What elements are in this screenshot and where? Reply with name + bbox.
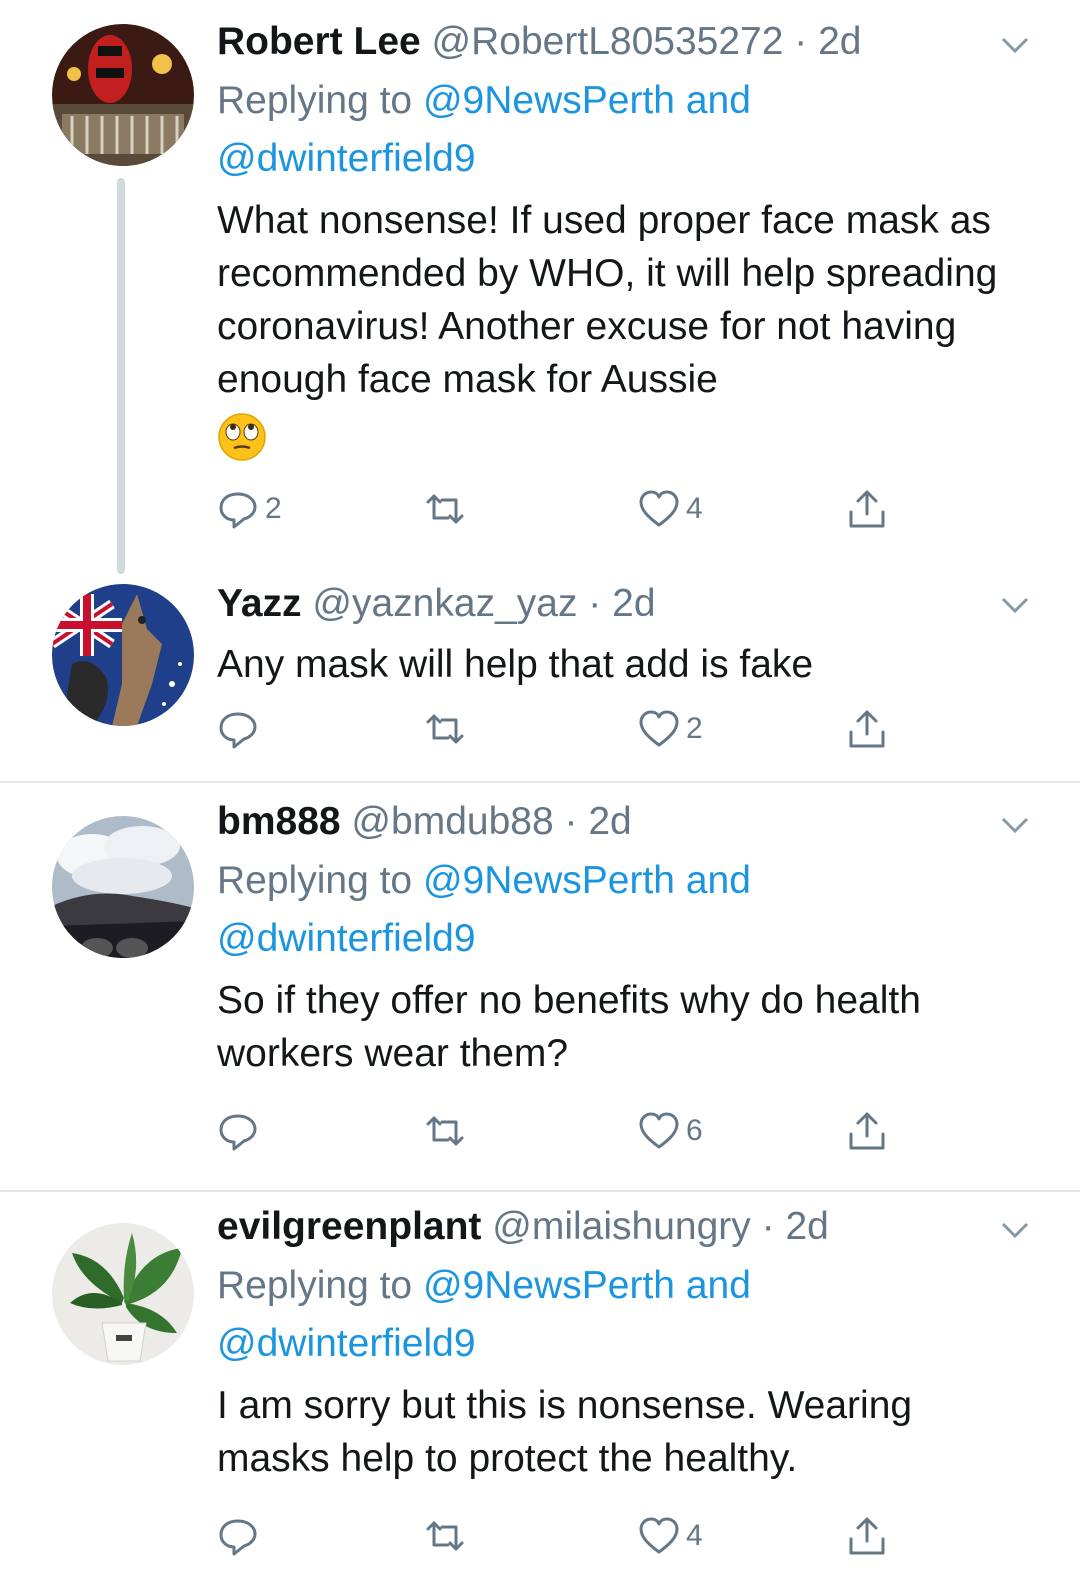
retweet-icon bbox=[426, 1521, 464, 1551]
display-name[interactable]: Robert Lee bbox=[217, 20, 421, 63]
user-handle[interactable]: @milaishungry bbox=[492, 1205, 751, 1248]
like-button[interactable]: 2 bbox=[638, 704, 703, 754]
share-button[interactable] bbox=[846, 1511, 888, 1561]
replying-to-line-2: @dwinterfield9 bbox=[217, 1315, 1017, 1373]
tweet-header: Yazz @yaznkaz_yaz · 2d bbox=[217, 582, 1017, 626]
tweet-actions: 6 bbox=[217, 1106, 917, 1156]
separator-dot: · bbox=[588, 582, 602, 625]
caret-down-icon[interactable] bbox=[1000, 810, 1030, 840]
like-icon bbox=[639, 1517, 679, 1554]
replying-to: Replying to @9NewsPerth and bbox=[217, 72, 1017, 130]
tweet-header: Robert Lee @RobertL80535272 · 2d bbox=[217, 20, 1017, 64]
avatar[interactable] bbox=[52, 24, 194, 166]
retweet-button[interactable] bbox=[424, 704, 472, 754]
tweet-yazz[interactable]: Yazz @yaznkaz_yaz · 2d Any mask will hel… bbox=[0, 570, 1080, 770]
tweet-robert-lee[interactable]: Robert Lee @RobertL80535272 · 2d Replyin… bbox=[0, 0, 1080, 574]
tweet-text: I am sorry but this is nonsense. Wearing… bbox=[217, 1384, 913, 1480]
reply-button[interactable] bbox=[217, 704, 265, 754]
retweet-button[interactable] bbox=[424, 484, 472, 534]
like-count: 4 bbox=[686, 492, 703, 525]
timestamp[interactable]: 2d bbox=[785, 1205, 828, 1248]
replying-to: Replying to @9NewsPerth and bbox=[217, 1257, 1017, 1315]
share-icon bbox=[849, 1112, 885, 1150]
tweet-text: Any mask will help that add is fake bbox=[217, 643, 814, 686]
replying-to: Replying to @9NewsPerth and bbox=[217, 852, 1017, 910]
thread-line bbox=[117, 178, 125, 574]
avatar[interactable] bbox=[52, 1223, 194, 1365]
avatar[interactable] bbox=[52, 584, 194, 726]
retweet-icon bbox=[426, 494, 464, 524]
like-icon bbox=[639, 1112, 679, 1149]
share-icon bbox=[849, 490, 885, 528]
mention-link[interactable]: @9NewsPerth and bbox=[423, 1264, 751, 1307]
tweet-header: bm888 @bmdub88 · 2d bbox=[217, 800, 1017, 844]
divider bbox=[0, 1190, 1080, 1192]
like-count: 2 bbox=[686, 712, 703, 745]
reply-count: 2 bbox=[265, 492, 282, 525]
like-count: 4 bbox=[686, 1519, 703, 1552]
caret-down-icon[interactable] bbox=[1000, 1215, 1030, 1245]
tweet-header: evilgreenplant @milaishungry · 2d bbox=[217, 1205, 1017, 1249]
retweet-button[interactable] bbox=[424, 1106, 472, 1156]
tweet-evilgreenplant[interactable]: evilgreenplant @milaishungry · 2d Replyi… bbox=[0, 1193, 1080, 1589]
reply-icon bbox=[219, 712, 257, 749]
separator-dot: · bbox=[761, 1205, 775, 1248]
reply-icon bbox=[219, 1114, 257, 1151]
mention-link[interactable]: @9NewsPerth and bbox=[423, 79, 751, 122]
retweet-icon bbox=[426, 714, 464, 744]
replying-prefix: Replying to bbox=[217, 1264, 413, 1307]
like-count: 6 bbox=[686, 1114, 703, 1147]
share-icon bbox=[849, 710, 885, 748]
replying-to-line-2: @dwinterfield9 bbox=[217, 910, 1017, 968]
like-icon bbox=[639, 490, 679, 527]
separator-dot: · bbox=[564, 800, 578, 843]
display-name[interactable]: evilgreenplant bbox=[217, 1205, 481, 1248]
tweet-actions: 4 bbox=[217, 1511, 917, 1561]
reply-feed: Robert Lee @RobertL80535272 · 2d Replyin… bbox=[0, 0, 1080, 1589]
display-name[interactable]: Yazz bbox=[217, 582, 302, 625]
tweet-text: So if they offer no benefits why do heal… bbox=[217, 979, 921, 1075]
avatar[interactable] bbox=[52, 816, 194, 958]
timestamp[interactable]: 2d bbox=[588, 800, 631, 843]
user-handle[interactable]: @RobertL80535272 bbox=[432, 20, 784, 63]
display-name[interactable]: bm888 bbox=[217, 800, 341, 843]
reply-icon bbox=[219, 492, 257, 529]
mention-link[interactable]: @dwinterfield9 bbox=[217, 917, 476, 960]
timestamp[interactable]: 2d bbox=[612, 582, 655, 625]
caret-down-icon[interactable] bbox=[1000, 30, 1030, 60]
mention-link[interactable]: @dwinterfield9 bbox=[217, 137, 476, 180]
retweet-icon bbox=[426, 1116, 464, 1146]
replying-prefix: Replying to bbox=[217, 859, 413, 902]
mention-link[interactable]: @9NewsPerth and bbox=[423, 859, 751, 902]
timestamp[interactable]: 2d bbox=[818, 20, 861, 63]
reply-icon bbox=[219, 1519, 257, 1556]
reply-button[interactable]: 2 bbox=[217, 484, 282, 534]
like-icon bbox=[639, 710, 679, 747]
share-button[interactable] bbox=[846, 1106, 888, 1156]
tweet-text: What nonsense! If used proper face mask … bbox=[217, 199, 998, 401]
share-button[interactable] bbox=[846, 704, 888, 754]
replying-prefix: Replying to bbox=[217, 79, 413, 122]
replying-to-line-2: @dwinterfield9 bbox=[217, 130, 1017, 188]
reply-button[interactable] bbox=[217, 1511, 265, 1561]
user-handle[interactable]: @bmdub88 bbox=[351, 800, 553, 843]
mention-link[interactable]: @dwinterfield9 bbox=[217, 1322, 476, 1365]
user-handle[interactable]: @yaznkaz_yaz bbox=[312, 582, 577, 625]
eye-roll-emoji-icon bbox=[218, 413, 266, 461]
share-button[interactable] bbox=[846, 484, 888, 534]
tweet-actions: 2 4 bbox=[217, 484, 917, 534]
like-button[interactable]: 6 bbox=[638, 1106, 703, 1156]
like-button[interactable]: 4 bbox=[638, 1511, 703, 1561]
divider bbox=[0, 781, 1080, 783]
tweet-actions: 2 bbox=[217, 704, 917, 754]
share-icon bbox=[849, 1517, 885, 1555]
like-button[interactable]: 4 bbox=[638, 484, 703, 534]
separator-dot: · bbox=[794, 20, 808, 63]
caret-down-icon[interactable] bbox=[1000, 590, 1030, 620]
retweet-button[interactable] bbox=[424, 1511, 472, 1561]
reply-button[interactable] bbox=[217, 1106, 265, 1156]
tweet-bm888[interactable]: bm888 @bmdub88 · 2d Replying to @9NewsPe… bbox=[0, 784, 1080, 1184]
